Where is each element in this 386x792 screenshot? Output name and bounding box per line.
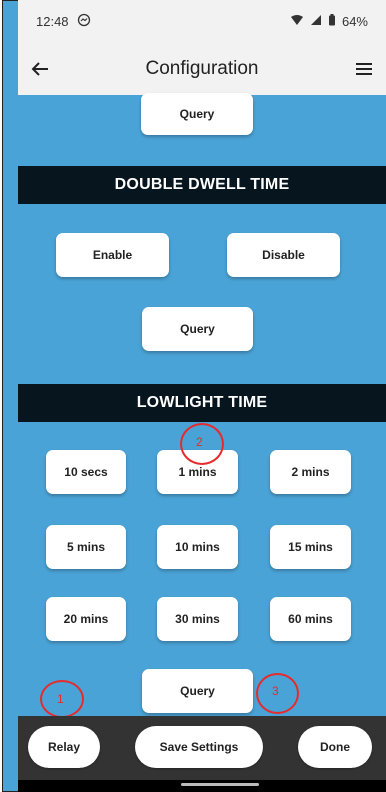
status-left: 12:48 [36,13,91,30]
lowlight-option-60-mins[interactable]: 60 mins [270,597,351,641]
lowlight-section-header: LOWLIGHT TIME [18,384,386,422]
lowlight-option-2-mins[interactable]: 2 mins [270,450,351,494]
double-dwell-query-button[interactable]: Query [142,307,253,351]
double-dwell-disable-button[interactable]: Disable [227,233,340,277]
status-right: 64% [290,14,368,29]
home-gesture-handle[interactable] [181,783,259,786]
lowlight-option-10-secs[interactable]: 10 secs [46,450,126,494]
lowlight-option-20-mins[interactable]: 20 mins [46,597,126,641]
status-bar: 12:48 64% [18,0,386,43]
annotation-label-2: 2 [196,435,203,449]
signal-icon [310,14,322,29]
messenger-icon [77,13,91,30]
back-arrow-icon[interactable] [28,57,52,81]
save-settings-button[interactable]: Save Settings [135,726,263,768]
wifi-icon [290,14,304,29]
done-button[interactable]: Done [298,726,372,768]
annotation-label-3: 3 [272,684,279,698]
annotation-label-1: 1 [57,692,64,706]
battery-icon [328,14,336,29]
menu-icon[interactable] [352,57,376,81]
system-nav-bar [18,780,386,792]
app-bar: Configuration [18,43,386,95]
battery-percent: 64% [341,14,368,29]
lowlight-option-5-mins[interactable]: 5 mins [46,525,126,569]
bottom-action-bar: Relay Save Settings Done [18,716,386,780]
lowlight-query-button[interactable]: Query [142,669,253,713]
relay-button[interactable]: Relay [28,726,100,768]
page-title: Configuration [145,58,259,79]
lowlight-option-15-mins[interactable]: 15 mins [270,525,351,569]
status-time: 12:48 [36,14,69,29]
lowlight-option-30-mins[interactable]: 30 mins [157,597,238,641]
top-query-button[interactable]: Query [141,93,253,135]
lowlight-option-10-mins[interactable]: 10 mins [157,525,238,569]
double-dwell-section-header: DOUBLE DWELL TIME [18,166,386,204]
double-dwell-enable-button[interactable]: Enable [56,233,169,277]
